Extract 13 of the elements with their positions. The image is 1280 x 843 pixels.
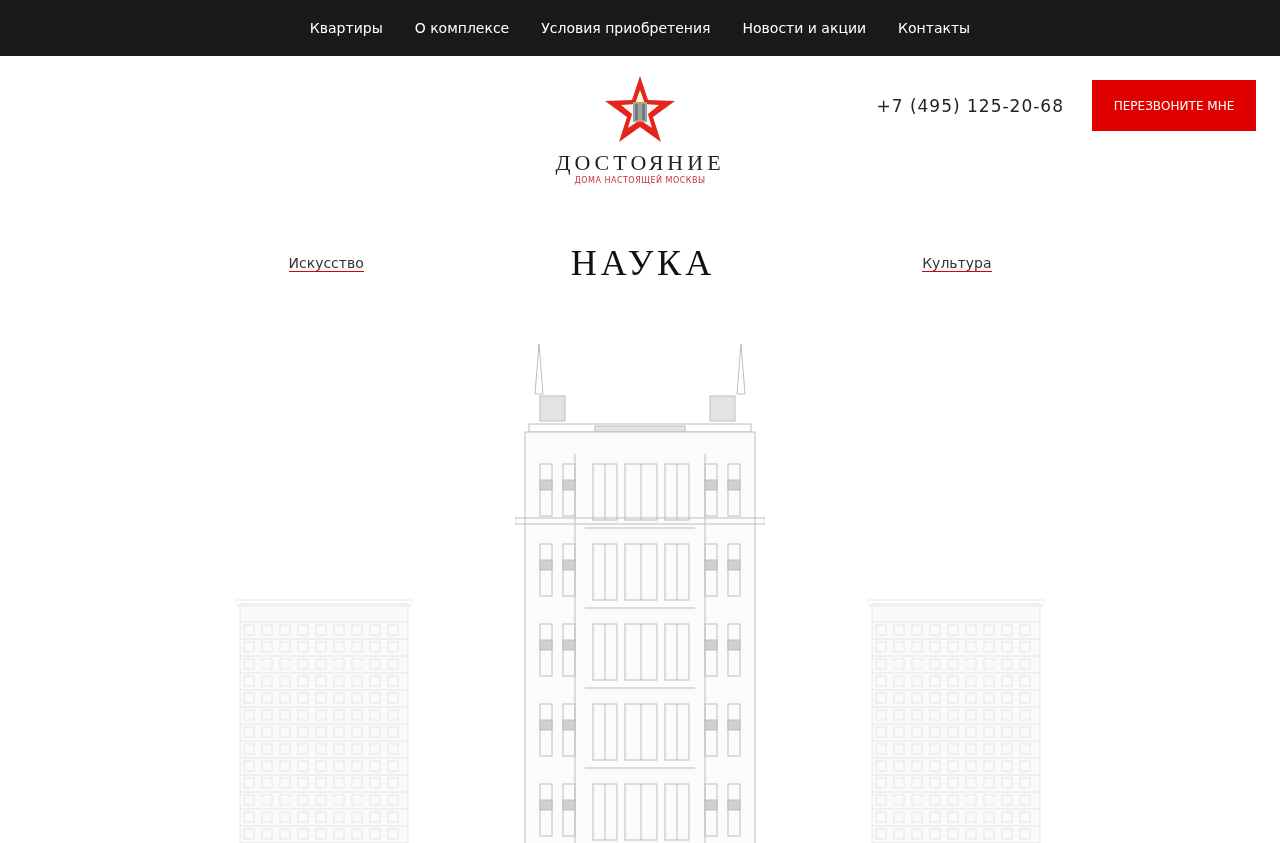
logo-name: ДОСТОЯНИЕ [555, 150, 725, 176]
nav-link[interactable]: О комплексе [414, 20, 510, 36]
phone-number: +7 (495) 125-20-68 [876, 95, 1064, 116]
next-section-link[interactable]: Культура [922, 254, 992, 272]
nav-link[interactable]: Условия приобретения [541, 20, 711, 36]
nav-link[interactable]: Контакты [898, 20, 971, 36]
nav-link[interactable]: Квартиры [309, 20, 383, 36]
callback-button[interactable]: ПЕРЕЗВОНИТЕ МНЕ [1092, 80, 1256, 131]
previous-section-link[interactable]: Искусство [288, 254, 364, 272]
section-title: НАУКА [570, 242, 716, 284]
nav-link[interactable]: Новости и акции [742, 20, 867, 36]
star-building-logo-icon [605, 76, 675, 142]
logo-tagline: ДОМА НАСТОЯЩЕЙ МОСКВЫ [574, 176, 706, 185]
